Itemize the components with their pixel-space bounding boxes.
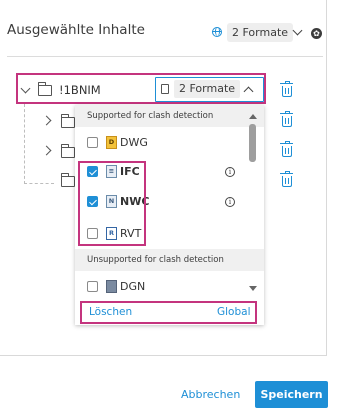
selected-formats-highlight: [78, 161, 146, 246]
format-label-dwg[interactable]: DWG: [120, 136, 148, 149]
globe-icon: [212, 27, 222, 37]
info-icon[interactable]: i: [225, 197, 235, 207]
folder-icon: [60, 173, 75, 187]
format-selector-pill: 2 Formate: [174, 80, 241, 98]
scrollbar-thumb[interactable]: [249, 124, 256, 162]
delete-icon[interactable]: [280, 111, 293, 127]
scroll-up-arrow[interactable]: [249, 114, 257, 119]
info-icon[interactable]: i: [225, 167, 235, 177]
format-label-dgn[interactable]: DGN: [120, 280, 145, 293]
dwg-checkbox[interactable]: [87, 137, 98, 148]
folder-icon: [60, 114, 75, 128]
settings-badge-icon[interactable]: ✿: [311, 28, 322, 39]
panel-title: Ausgewählte Inhalte: [7, 22, 145, 38]
unsupported-section-header: Unsupported for clash detection: [75, 249, 264, 271]
dgn-checkbox[interactable]: [87, 281, 98, 292]
folder-label[interactable]: !1BNIM: [59, 83, 101, 97]
delete-icon[interactable]: [280, 81, 293, 97]
formats-pill[interactable]: 2 Formate: [227, 23, 294, 42]
folder-icon: [60, 144, 75, 158]
delete-icon[interactable]: [280, 141, 293, 157]
dropdown-footer-highlight: [80, 301, 257, 324]
save-button[interactable]: Speichern: [255, 381, 328, 408]
scroll-down-arrow[interactable]: [249, 286, 257, 291]
delete-icon[interactable]: [280, 171, 293, 187]
tree-line: [24, 183, 54, 184]
divider: [7, 56, 323, 57]
document-icon: [161, 84, 169, 94]
folder-icon: [37, 82, 52, 96]
tree-line: [24, 104, 25, 184]
dgn-file-icon: [106, 280, 117, 293]
dwg-file-icon: D: [106, 136, 117, 149]
cancel-button[interactable]: Abbrechen: [181, 388, 240, 401]
supported-section-header: Supported for clash detection: [75, 105, 264, 127]
